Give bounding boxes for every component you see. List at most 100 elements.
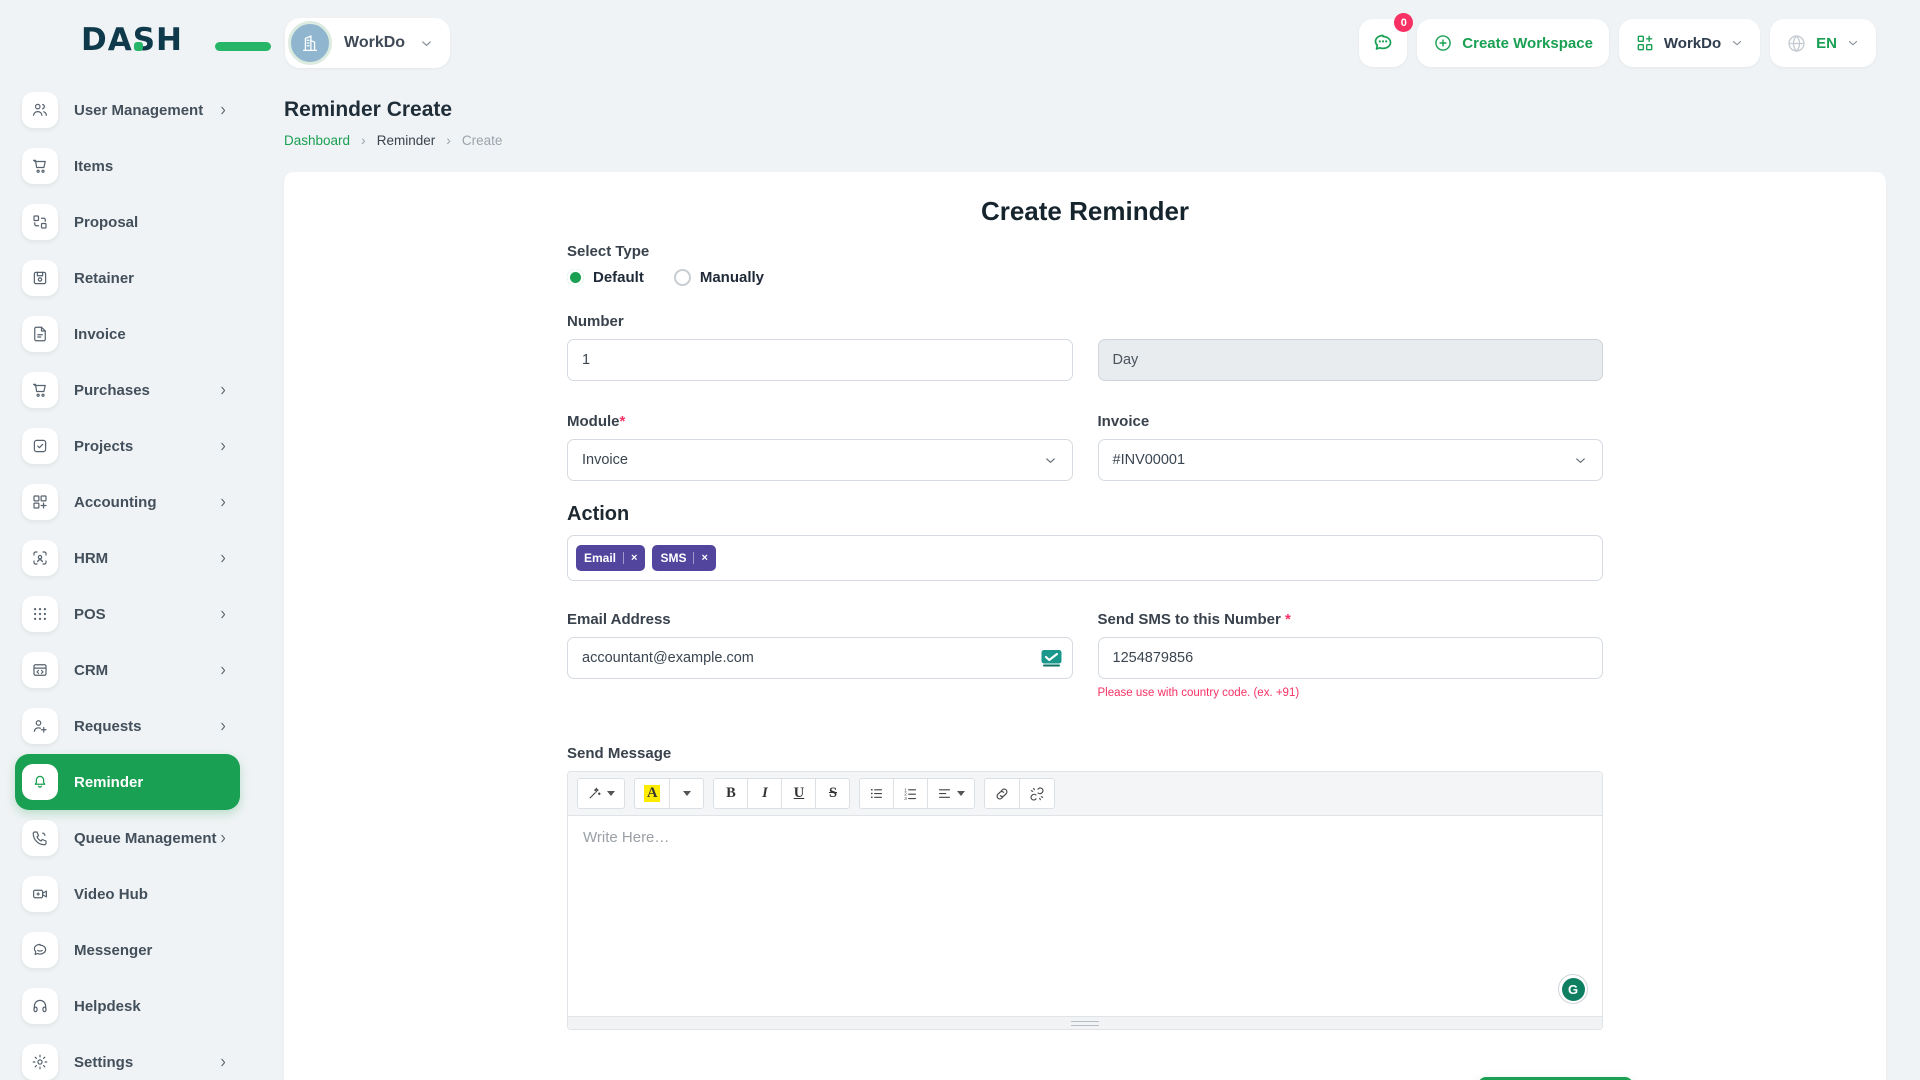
radio-default[interactable]: Default bbox=[567, 269, 644, 286]
message-section: Send Message bbox=[567, 745, 1603, 1030]
ordered-list-icon: 123 bbox=[903, 786, 918, 801]
notifications-button[interactable]: 0 bbox=[1359, 19, 1407, 67]
checkbox-icon bbox=[22, 428, 58, 464]
action-tag-sms: SMS × bbox=[652, 545, 715, 571]
sidebar-item-invoice[interactable]: Invoice bbox=[15, 306, 240, 362]
sms-field-group: Send SMS to this Number * Please use wit… bbox=[1098, 611, 1604, 699]
grid-plus-icon bbox=[1635, 33, 1655, 53]
breadcrumb-separator: › bbox=[446, 132, 451, 148]
bold-button[interactable]: B bbox=[713, 778, 748, 809]
insert-link-button[interactable] bbox=[984, 778, 1020, 809]
sidebar-item-label: Items bbox=[74, 158, 113, 175]
brand-logo[interactable]: DASH bbox=[67, 22, 265, 68]
chevron-down-icon bbox=[1573, 453, 1588, 468]
italic-icon: I bbox=[762, 785, 768, 802]
invoice-select[interactable]: #INV00001 bbox=[1098, 439, 1604, 481]
module-label: Module* bbox=[567, 413, 1073, 430]
breadcrumb-separator: › bbox=[361, 132, 366, 148]
workspace-name: WorkDo bbox=[344, 34, 405, 52]
sidebar-item-pos[interactable]: POS bbox=[15, 586, 240, 642]
sidebar-item-label: Requests bbox=[74, 718, 142, 735]
create-workspace-button[interactable]: Create Workspace bbox=[1417, 19, 1609, 67]
sidebar-item-hrm[interactable]: HRM bbox=[15, 530, 240, 586]
workspace-selector[interactable]: WorkDo bbox=[285, 18, 450, 68]
strikethrough-button[interactable]: S bbox=[815, 778, 850, 809]
swap-boxes-icon bbox=[22, 204, 58, 240]
chat-bubble-icon bbox=[22, 932, 58, 968]
editor-toolbar: A B I U S bbox=[568, 772, 1602, 816]
caret-down-icon bbox=[607, 791, 615, 796]
number-input[interactable] bbox=[567, 339, 1073, 381]
sidebar-item-helpdesk[interactable]: Helpdesk bbox=[15, 978, 240, 1034]
email-input[interactable] bbox=[567, 637, 1073, 679]
sidebar-item-reminder[interactable]: Reminder bbox=[15, 754, 240, 810]
sidebar-item-label: User Management bbox=[74, 102, 203, 119]
grammarly-icon[interactable]: G bbox=[1558, 974, 1588, 1004]
breadcrumb-current: Create bbox=[462, 133, 503, 148]
radio-checked-icon[interactable] bbox=[567, 269, 584, 286]
editor-textarea[interactable]: Write Here… G bbox=[568, 816, 1602, 1016]
number-field-group: Number bbox=[567, 313, 1073, 381]
chevron-down-icon bbox=[1730, 36, 1744, 50]
tag-remove-icon[interactable]: × bbox=[701, 553, 707, 564]
sidebar-item-settings[interactable]: Settings bbox=[15, 1034, 240, 1080]
sidebar-item-projects[interactable]: Projects bbox=[15, 418, 240, 474]
font-color-icon: A bbox=[644, 785, 660, 802]
dots-grid-icon bbox=[22, 596, 58, 632]
unlink-button[interactable] bbox=[1019, 778, 1055, 809]
chevron-right-icon bbox=[217, 832, 230, 845]
sidebar-item-user-management[interactable]: User Management bbox=[15, 82, 240, 138]
sidebar-item-items[interactable]: Items bbox=[15, 138, 240, 194]
italic-button[interactable]: I bbox=[747, 778, 782, 809]
font-color-caret-button[interactable] bbox=[669, 778, 704, 809]
underline-button[interactable]: U bbox=[781, 778, 816, 809]
sidebar-item-proposal[interactable]: Proposal bbox=[15, 194, 240, 250]
font-color-button[interactable]: A bbox=[634, 778, 670, 809]
sidebar-item-accounting[interactable]: Accounting bbox=[15, 474, 240, 530]
user-plus-icon bbox=[22, 708, 58, 744]
module-select[interactable]: Invoice bbox=[567, 439, 1073, 481]
paragraph-align-button[interactable] bbox=[927, 778, 975, 809]
ordered-list-button[interactable]: 123 bbox=[893, 778, 928, 809]
radio-manually[interactable]: Manually bbox=[674, 269, 764, 286]
sidebar-item-queue-management[interactable]: Queue Management bbox=[15, 810, 240, 866]
sidebar-item-messenger[interactable]: Messenger bbox=[15, 922, 240, 978]
language-selector[interactable]: EN bbox=[1770, 19, 1876, 67]
tag-remove-icon[interactable]: × bbox=[631, 553, 637, 564]
app-switcher-button[interactable]: WorkDo bbox=[1619, 19, 1760, 67]
chevron-right-icon bbox=[217, 384, 230, 397]
cart-icon bbox=[22, 148, 58, 184]
app-root: DASH User Management Items bbox=[0, 0, 1920, 1080]
tag-divider bbox=[693, 552, 694, 564]
invoice-select-value: #INV00001 bbox=[1113, 452, 1186, 468]
plus-circle-icon bbox=[1433, 33, 1453, 53]
sidebar-item-crm[interactable]: CRM bbox=[15, 642, 240, 698]
browser-card-icon bbox=[22, 652, 58, 688]
save-icon bbox=[22, 260, 58, 296]
sidebar-item-video-hub[interactable]: Video Hub bbox=[15, 866, 240, 922]
sidebar-menu: User Management Items Proposal Reta bbox=[0, 82, 265, 1080]
sidebar-item-requests[interactable]: Requests bbox=[15, 698, 240, 754]
sidebar-item-purchases[interactable]: Purchases bbox=[15, 362, 240, 418]
language-label: EN bbox=[1816, 35, 1837, 52]
sidebar-item-label: Purchases bbox=[74, 382, 150, 399]
breadcrumb-reminder[interactable]: Reminder bbox=[377, 133, 436, 148]
resize-handle-icon bbox=[1071, 1021, 1099, 1026]
sms-input[interactable] bbox=[1098, 637, 1604, 679]
sidebar-item-label: Helpdesk bbox=[74, 998, 141, 1015]
unordered-list-button[interactable] bbox=[859, 778, 894, 809]
radio-unchecked-icon[interactable] bbox=[674, 269, 691, 286]
magic-style-button[interactable] bbox=[577, 778, 625, 809]
breadcrumb-dashboard[interactable]: Dashboard bbox=[284, 133, 350, 148]
grid-plus-icon bbox=[22, 484, 58, 520]
logo-dot-accent bbox=[134, 42, 143, 51]
underline-icon: U bbox=[794, 785, 804, 802]
sidebar-item-retainer[interactable]: Retainer bbox=[15, 250, 240, 306]
email-field-group: Email Address bbox=[567, 611, 1073, 699]
align-left-icon bbox=[937, 786, 952, 801]
sidebar-item-label: HRM bbox=[74, 550, 108, 567]
sidebar: DASH User Management Items bbox=[0, 0, 265, 1080]
chevron-right-icon bbox=[217, 1056, 230, 1069]
action-multiselect[interactable]: Email × SMS × bbox=[567, 535, 1603, 581]
editor-resize-bar[interactable] bbox=[568, 1016, 1602, 1029]
